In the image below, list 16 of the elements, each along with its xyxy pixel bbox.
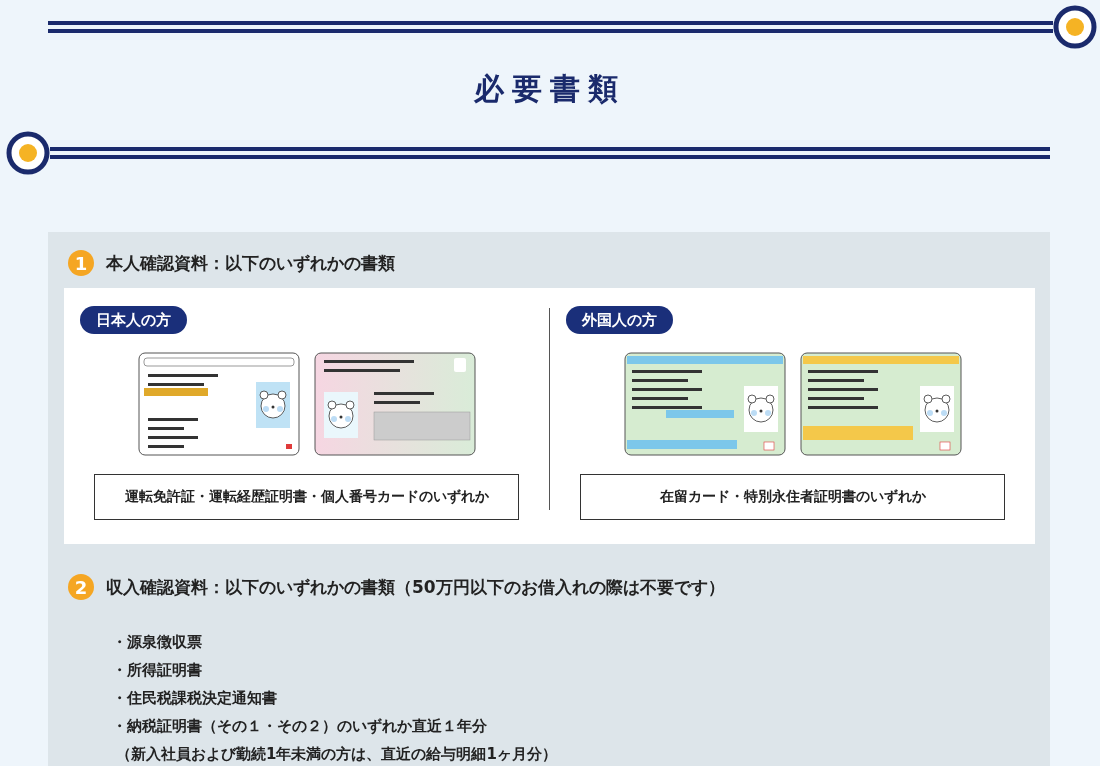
list-item: ・住民税課税決定通知書 — [112, 688, 278, 709]
circle-ornament — [6, 131, 50, 175]
list-item: ・所得証明書 — [112, 660, 203, 681]
category-label: 外国人の方 — [566, 306, 673, 334]
document-caption: 在留カード・特別永住者証明書のいずれか — [580, 474, 1005, 520]
section-heading: 収入確認資料：以下のいずれかの書類（50万円以下のお借入れの際は不要です） — [106, 576, 725, 599]
section-heading: 本人確認資料：以下のいずれかの書類 — [106, 252, 395, 275]
category-label: 日本人の方 — [80, 306, 187, 334]
note-text: （新入社員および勤続1年未満の方は、直近の給与明細1ヶ月分） — [116, 744, 558, 765]
number-badge: 1 — [68, 250, 94, 276]
document-caption: 運転免許証・運転経歴証明書・個人番号カードのいずれか — [94, 474, 519, 520]
list-item: ・源泉徴収票 — [112, 632, 203, 653]
number-badge: 2 — [68, 574, 94, 600]
circle-ornament — [1053, 5, 1097, 49]
page-title: 必要書類 — [473, 70, 627, 108]
list-item: ・納税証明書（その１・その２）のいずれか直近１年分 — [112, 716, 488, 737]
